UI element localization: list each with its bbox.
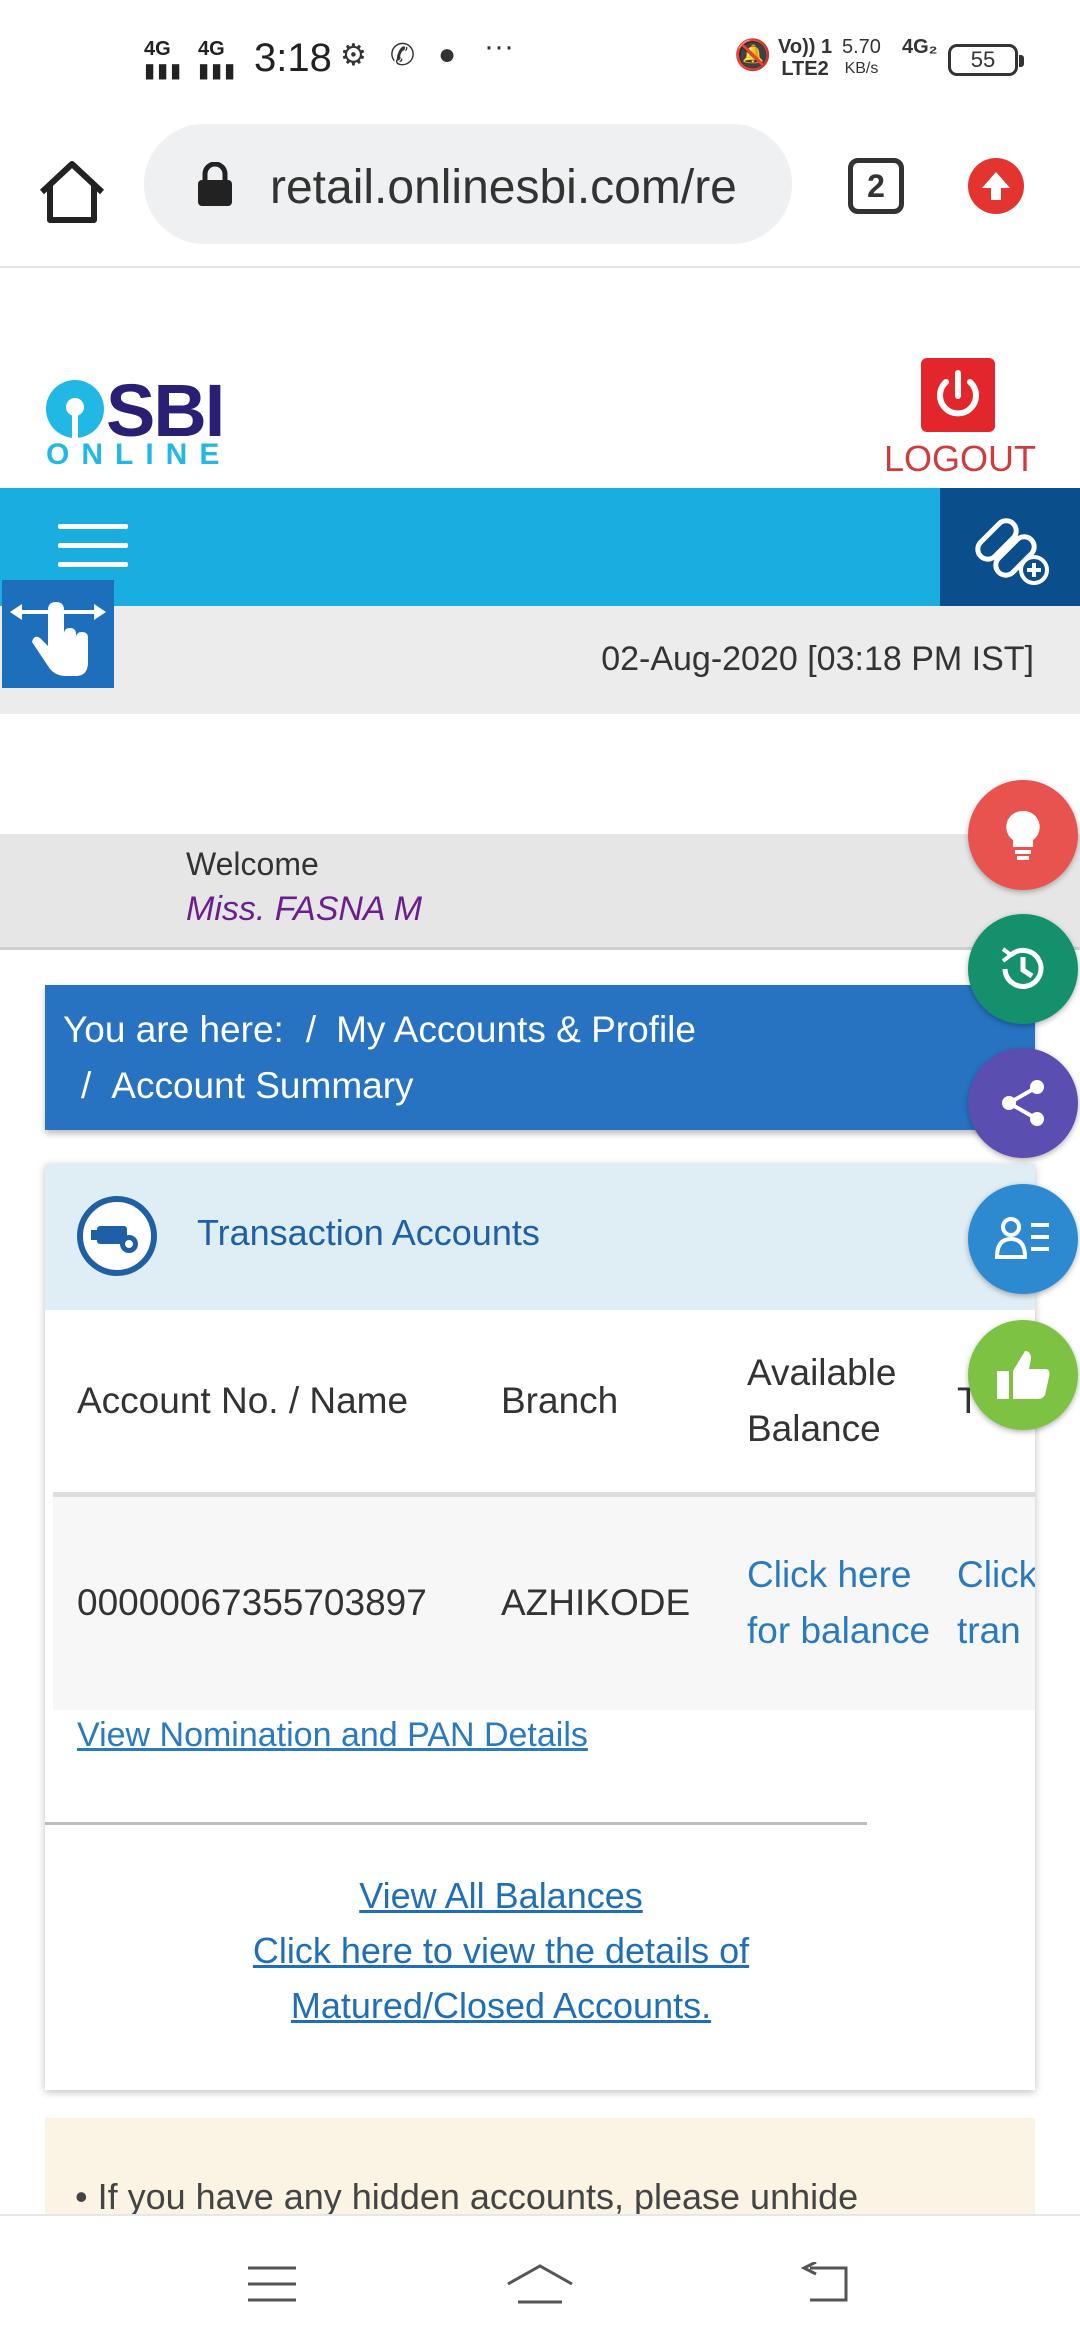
transaction-accounts-card: Transaction Accounts Account No. / Name … <box>45 1164 1035 2090</box>
tabs-icon[interactable]: 2 <box>848 158 904 214</box>
share-icon[interactable] <box>968 1048 1078 1158</box>
notice-text: If you have any hidden accounts, please … <box>97 2176 859 2217</box>
speed-unit: KB/s <box>844 60 879 77</box>
hamburger-icon[interactable] <box>58 524 128 570</box>
mute-icon: 🔕 <box>734 39 772 72</box>
logout-label: LOGOUT <box>884 438 1037 479</box>
quick-link-icon[interactable] <box>940 488 1080 606</box>
contact-list-icon[interactable] <box>968 1184 1078 1294</box>
message-icon: ● <box>438 38 457 71</box>
clock-time: 3:18 <box>254 36 332 80</box>
card-title: Transaction Accounts <box>197 1212 540 1253</box>
accounts-table: Account No. / Name Branch Available Bala… <box>53 1310 1035 1710</box>
welcome-section: Welcome Miss. FASNA M <box>0 834 1080 950</box>
user-name: Miss. FASNA M <box>186 890 423 928</box>
column-header-available-balance: Available Balance <box>747 1310 957 1497</box>
volte-indicator: Vo)) 1 LTE2 <box>778 36 832 80</box>
bulb-icon[interactable] <box>968 780 1078 890</box>
update-icon[interactable] <box>968 158 1024 214</box>
home-nav-icon[interactable] <box>504 2262 576 2306</box>
balance-cell: Click here for balance <box>747 1494 957 1710</box>
more-notifications-icon: ··· <box>484 30 514 63</box>
main-nav-bar <box>0 488 1080 606</box>
date-bar: 02-Aug-2020 [03:18 PM IST] <box>0 606 1080 714</box>
breadcrumb-prefix: You are here: <box>63 1009 284 1050</box>
view-all-balances-link[interactable]: View All Balances <box>45 1868 957 1923</box>
sbi-keyhole-logo-icon <box>46 380 104 440</box>
transactions-cell: Click for tran <box>957 1494 1035 1710</box>
breadcrumb-line-1: You are here: / My Accounts & Profile <box>63 1009 696 1051</box>
view-transactions-link[interactable]: Click for tran <box>957 1554 1035 1651</box>
signal-2-bars: ▮▮▮ <box>198 60 238 82</box>
speed-indicator: 5.70 KB/s <box>842 36 881 80</box>
power-icon <box>921 358 995 432</box>
breadcrumb: You are here: / My Accounts & Profile / Acc… <box>45 985 1035 1130</box>
card-footer-links: View All Balances Click here to view the… <box>45 1868 957 2033</box>
battery-indicator: 55 <box>948 44 1024 76</box>
network-4g-label: 4G₂ <box>902 36 938 58</box>
signal-1-bars: ▮▮▮ <box>144 60 184 82</box>
lock-icon <box>198 162 232 206</box>
view-balance-link[interactable]: Click here for balance <box>747 1554 930 1651</box>
table-row: 00000067355703897 AZHIKODE Click here fo… <box>53 1494 1035 1710</box>
speed-value: 5.70 <box>842 36 881 58</box>
site-header: SBI ONLINE LOGOUT <box>0 268 1080 488</box>
welcome-label: Welcome <box>186 846 319 882</box>
column-header-account: Account No. / Name <box>53 1310 501 1497</box>
table-header-row: Account No. / Name Branch Available Bala… <box>53 1310 1035 1497</box>
whatsapp-icon: ✆ <box>390 39 416 72</box>
gesture-icon[interactable] <box>2 580 114 688</box>
breadcrumb-item-my-accounts[interactable]: My Accounts & Profile <box>336 1009 696 1050</box>
current-date-time: 02-Aug-2020 [03:18 PM IST] <box>601 640 1034 678</box>
matured-closed-accounts-link[interactable]: Click here to view the details of Mature… <box>201 1923 801 2033</box>
breadcrumb-separator: / <box>81 1065 92 1106</box>
view-nomination-pan-link[interactable]: View Nomination and PAN Details <box>77 1716 588 1755</box>
logo-subtext: ONLINE <box>46 438 232 471</box>
account-number: 00000067355703897 <box>53 1494 501 1710</box>
lte-label: LTE2 <box>781 58 829 80</box>
home-icon[interactable] <box>36 156 108 228</box>
thumbs-up-icon[interactable] <box>968 1320 1078 1430</box>
breadcrumb-separator: / <box>305 1009 317 1050</box>
menu-icon[interactable] <box>244 2262 300 2306</box>
logout-button[interactable]: LOGOUT <box>884 358 1037 480</box>
account-card-icon <box>77 1196 157 1276</box>
notice-line: • If you have any hidden accounts, pleas… <box>75 2176 859 2217</box>
divider <box>45 1822 867 1825</box>
branch-name: AZHIKODE <box>501 1494 747 1710</box>
browser-toolbar: retail.onlinesbi.com/re 2 <box>0 118 1080 268</box>
breadcrumb-item-account-summary: Account Summary <box>111 1065 414 1106</box>
battery-level: 55 <box>970 47 996 72</box>
url-text: retail.onlinesbi.com/re <box>270 161 737 214</box>
settings-icon: ⚙ <box>340 39 367 72</box>
history-icon[interactable] <box>968 914 1078 1024</box>
back-icon[interactable] <box>796 2262 852 2306</box>
card-header: Transaction Accounts <box>45 1164 1035 1310</box>
address-bar[interactable]: retail.onlinesbi.com/re <box>144 124 792 244</box>
volte-label: Vo)) 1 <box>778 36 833 58</box>
sbi-logo[interactable]: SBI ONLINE <box>44 368 244 478</box>
status-bar: 4G ▮▮▮ 4G ▮▮▮ 3:18 ⚙ ✆ ● ··· 🔕 Vo)) 1 LT… <box>0 0 1080 118</box>
breadcrumb-line-2: / Account Summary <box>81 1065 414 1107</box>
column-header-branch: Branch <box>501 1310 747 1497</box>
system-navigation-bar <box>0 2214 1080 2340</box>
